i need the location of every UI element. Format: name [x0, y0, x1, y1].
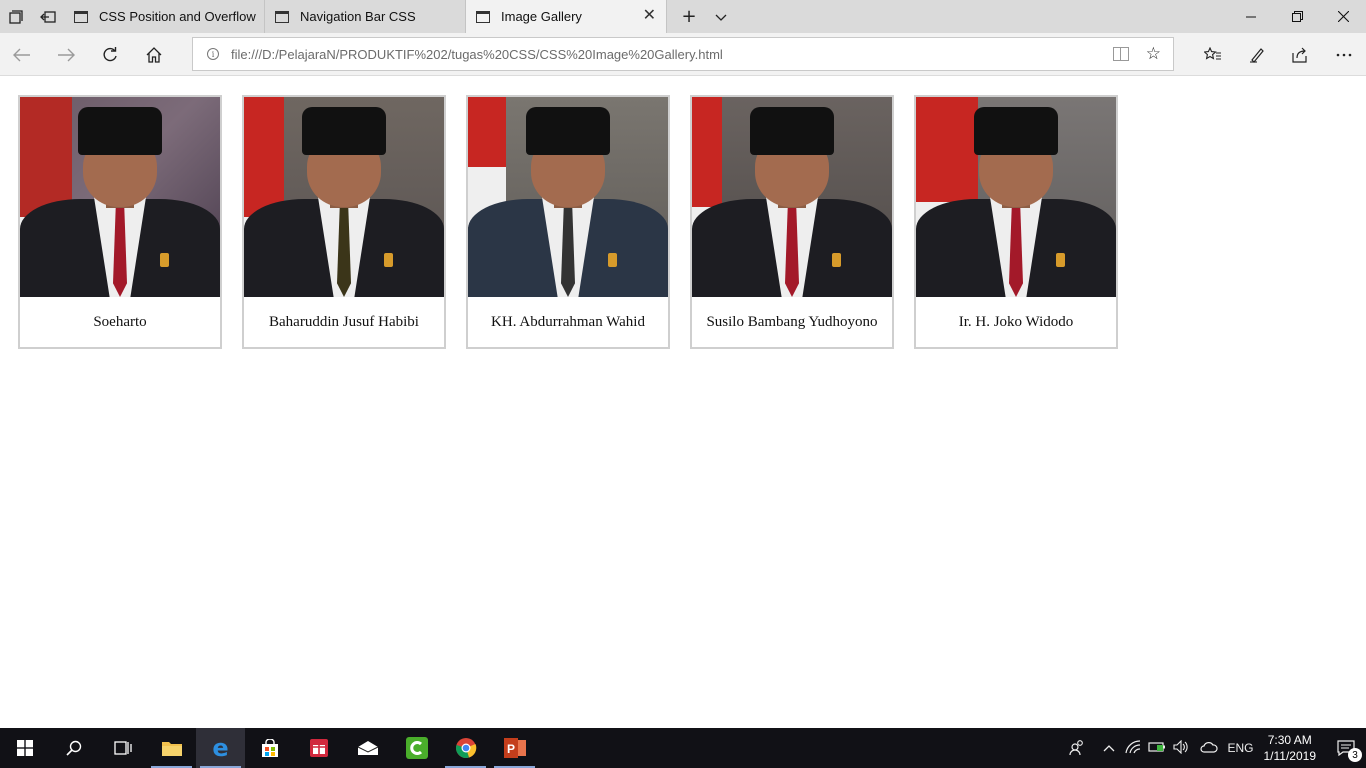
portrait-image[interactable] [692, 97, 892, 297]
notification-count: 3 [1348, 748, 1362, 762]
close-window-icon[interactable] [1320, 0, 1366, 33]
language-indicator[interactable]: ENG [1227, 741, 1253, 755]
task-view-icon[interactable] [98, 728, 147, 768]
tab-navigation-bar[interactable]: Navigation Bar CSS [265, 0, 466, 33]
search-icon[interactable] [49, 728, 98, 768]
page-icon [74, 10, 88, 23]
edge-icon[interactable]: e [196, 728, 245, 768]
clock[interactable]: 7:30 AM 1/11/2019 [1264, 732, 1317, 764]
close-tab-icon[interactable]: ✕ [643, 8, 656, 24]
tab-manager-icon[interactable] [0, 0, 32, 33]
address-bar[interactable]: i file:///D:/PelajaraN/PRODUKTIF%202/tug… [192, 37, 1174, 71]
clock-date: 1/11/2019 [1263, 749, 1317, 763]
wifi-icon[interactable] [1121, 739, 1145, 757]
refresh-icon[interactable] [97, 42, 123, 68]
gallery-item[interactable]: KH. Abdurrahman Wahid [466, 95, 670, 349]
people-icon[interactable] [1065, 739, 1089, 758]
onedrive-icon[interactable] [1197, 740, 1221, 757]
notifications-icon[interactable]: 3 [1326, 728, 1366, 768]
clock-time: 7:30 AM [1267, 733, 1312, 747]
plus-icon[interactable]: + [673, 6, 705, 27]
store-icon[interactable] [245, 728, 294, 768]
tab-title: Image Gallery [501, 9, 582, 24]
gallery-item[interactable]: Soeharto [18, 95, 222, 349]
gallery-caption: Susilo Bambang Yudhoyono [706, 314, 878, 330]
page-icon [476, 10, 490, 23]
home-icon[interactable] [141, 42, 167, 68]
gallery-caption: Ir. H. Joko Widodo [958, 314, 1074, 330]
gallery-item[interactable]: Ir. H. Joko Widodo [914, 95, 1118, 349]
page-content: Soeharto Baharuddin Jusuf Habibi KH. Abd… [0, 77, 1366, 728]
battery-icon[interactable] [1145, 741, 1169, 756]
favorites-icon[interactable] [1200, 42, 1226, 68]
reading-view-icon[interactable] [1113, 47, 1129, 61]
chevron-up-icon[interactable] [1097, 741, 1121, 755]
chrome-icon[interactable] [441, 728, 490, 768]
powerpoint-icon[interactable]: P [490, 728, 539, 768]
set-aside-tabs-icon[interactable] [32, 0, 64, 33]
gallery-item[interactable]: Susilo Bambang Yudhoyono [690, 95, 894, 349]
svg-text:P: P [507, 742, 515, 756]
system-tray: ENG 7:30 AM 1/11/2019 3 [1065, 728, 1366, 768]
file-explorer-icon[interactable] [147, 728, 196, 768]
tab-title: Navigation Bar CSS [300, 9, 416, 24]
address-url[interactable]: file:///D:/PelajaraN/PRODUKTIF%202/tugas… [231, 47, 723, 62]
star-icon[interactable]: ☆ [1146, 44, 1161, 64]
arrow-right-icon[interactable] [53, 42, 79, 68]
share-icon[interactable] [1287, 42, 1313, 68]
portrait-image[interactable] [916, 97, 1116, 297]
pen-icon[interactable] [1244, 42, 1270, 68]
info-icon[interactable]: i [207, 48, 219, 60]
chevron-down-icon[interactable] [705, 6, 737, 27]
gallery-caption: Soeharto [93, 314, 147, 330]
arrow-left-icon[interactable] [9, 42, 35, 68]
page-icon [275, 10, 289, 23]
tab-strip: CSS Position and Overflow Navigation Bar… [0, 0, 1366, 33]
gallery-caption: KH. Abdurrahman Wahid [491, 314, 645, 330]
navigation-bar: i file:///D:/PelajaraN/PRODUKTIF%202/tug… [0, 33, 1366, 76]
portrait-image[interactable] [20, 97, 220, 297]
mail-icon[interactable] [343, 728, 392, 768]
portrait-image[interactable] [244, 97, 444, 297]
image-gallery: Soeharto Baharuddin Jusuf Habibi KH. Abd… [18, 95, 1138, 349]
windows-start-icon[interactable] [0, 728, 49, 768]
portrait-image[interactable] [468, 97, 668, 297]
gallery-caption: Baharuddin Jusuf Habibi [269, 314, 419, 330]
volume-icon[interactable] [1169, 739, 1193, 757]
tab-css-position[interactable]: CSS Position and Overflow [64, 0, 265, 33]
camtasia-icon[interactable] [392, 728, 441, 768]
tab-title: CSS Position and Overflow [99, 9, 256, 24]
gallery-item[interactable]: Baharuddin Jusuf Habibi [242, 95, 446, 349]
taskbar: e P ENG 7:30 AM 1/11/2019 3 [0, 728, 1366, 768]
gift-icon[interactable] [294, 728, 343, 768]
more-icon[interactable] [1331, 42, 1357, 68]
minimize-icon[interactable] [1228, 0, 1274, 33]
restore-icon[interactable] [1274, 0, 1320, 33]
tab-image-gallery[interactable]: Image Gallery ✕ [466, 0, 667, 33]
